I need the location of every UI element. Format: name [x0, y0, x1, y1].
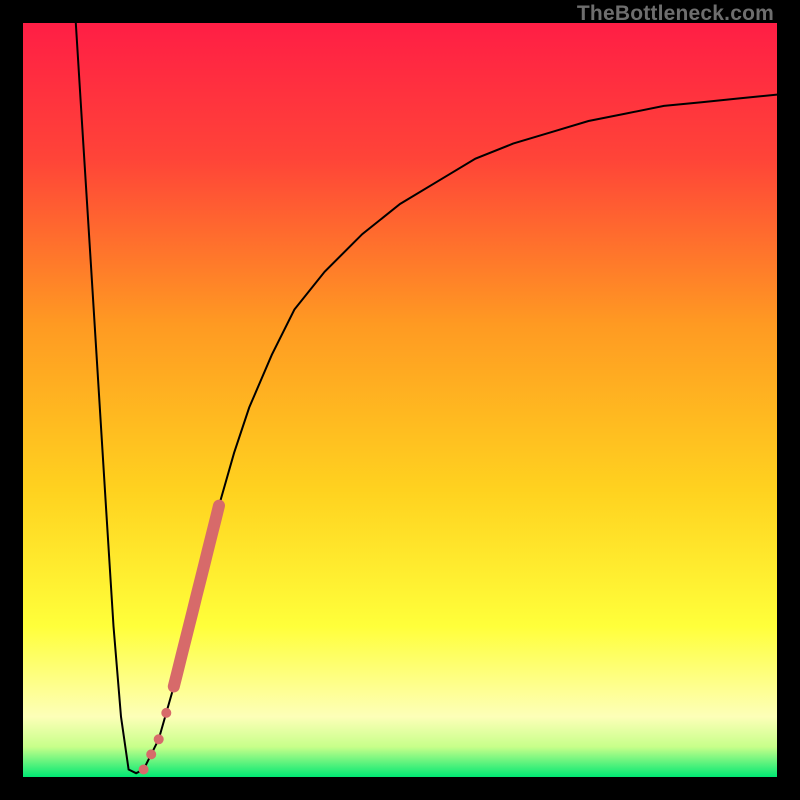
highlight-dot	[161, 708, 171, 718]
highlight-dot	[146, 749, 156, 759]
highlight-dot	[154, 734, 164, 744]
gradient-background	[23, 23, 777, 777]
bottleneck-plot	[23, 23, 777, 777]
chart-frame	[23, 23, 777, 777]
watermark-text: TheBottleneck.com	[577, 2, 774, 26]
highlight-dot	[139, 765, 149, 775]
